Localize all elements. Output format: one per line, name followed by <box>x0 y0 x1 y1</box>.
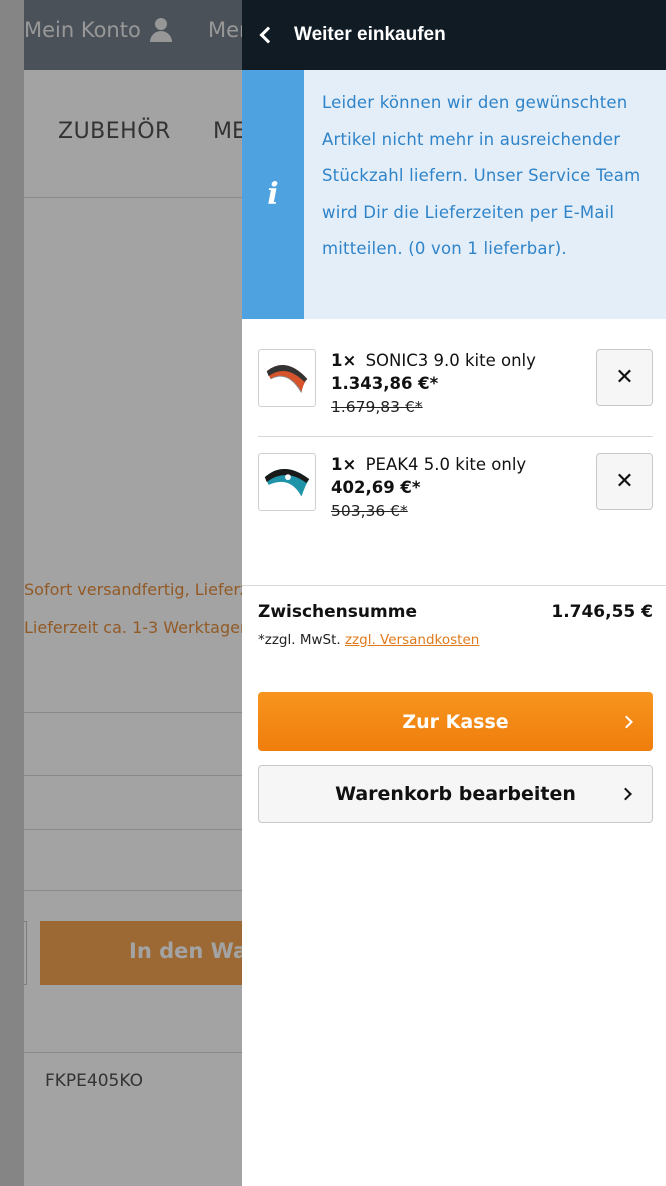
checkout-label: Zur Kasse <box>402 710 509 733</box>
chevron-right-icon <box>619 787 632 801</box>
item-old-price: 503,36 €* <box>331 502 408 520</box>
chevron-left-icon <box>259 26 277 44</box>
item-info: 1× SONIC3 9.0 kite only 1.343,86 €* 1.67… <box>331 350 536 418</box>
item-name[interactable]: SONIC3 9.0 kite only <box>366 351 536 370</box>
product-image[interactable] <box>258 453 316 511</box>
item-price: 402,69 €* <box>331 478 421 497</box>
header-title: Weiter einkaufen <box>294 24 446 45</box>
chevron-right-icon <box>620 715 633 728</box>
tax-note: *zzgl. MwSt. zzgl. Versandkosten <box>258 632 653 648</box>
continue-shopping-button[interactable]: Weiter einkaufen <box>242 0 666 70</box>
cart-item: 1× SONIC3 9.0 kite only 1.343,86 €* 1.67… <box>258 319 653 436</box>
edit-cart-label: Warenkorb bearbeiten <box>335 783 576 805</box>
subtotal-value: 1.746,55 € <box>551 602 653 622</box>
cart-summary: Zwischensumme 1.746,55 € *zzgl. MwSt. zz… <box>242 585 666 648</box>
info-icon-column: i <box>242 70 304 319</box>
shipping-costs-link[interactable]: zzgl. Versandkosten <box>345 632 479 648</box>
item-name[interactable]: PEAK4 5.0 kite only <box>366 455 527 474</box>
product-image[interactable] <box>258 349 316 407</box>
close-icon: ✕ <box>615 364 634 390</box>
item-quantity: 1× <box>331 351 357 370</box>
offcanvas-cart: Weiter einkaufen i Leider können wir den… <box>242 0 666 1186</box>
page-left-edge <box>0 0 24 1186</box>
cart-item: 1× PEAK4 5.0 kite only 402,69 €* 503,36 … <box>258 436 653 553</box>
item-quantity: 1× <box>331 455 357 474</box>
subtotal-label: Zwischensumme <box>258 602 417 622</box>
item-old-price: 1.679,83 €* <box>331 398 423 416</box>
item-info: 1× PEAK4 5.0 kite only 402,69 €* 503,36 … <box>331 454 526 522</box>
checkout-button[interactable]: Zur Kasse <box>258 692 653 751</box>
edit-cart-button[interactable]: Warenkorb bearbeiten <box>258 765 653 823</box>
info-alert: i Leider können wir den gewünschten Arti… <box>242 70 666 319</box>
info-message: Leider können wir den gewünschten Artike… <box>322 93 641 258</box>
cart-items: 1× SONIC3 9.0 kite only 1.343,86 €* 1.67… <box>242 319 666 553</box>
remove-item-button[interactable]: ✕ <box>596 349 653 406</box>
info-icon: i <box>267 177 279 212</box>
remove-item-button[interactable]: ✕ <box>596 453 653 510</box>
subtotal-row: Zwischensumme 1.746,55 € <box>258 602 653 622</box>
close-icon: ✕ <box>615 468 634 494</box>
item-price: 1.343,86 €* <box>331 374 439 393</box>
tax-note-text: *zzgl. MwSt. <box>258 632 341 648</box>
